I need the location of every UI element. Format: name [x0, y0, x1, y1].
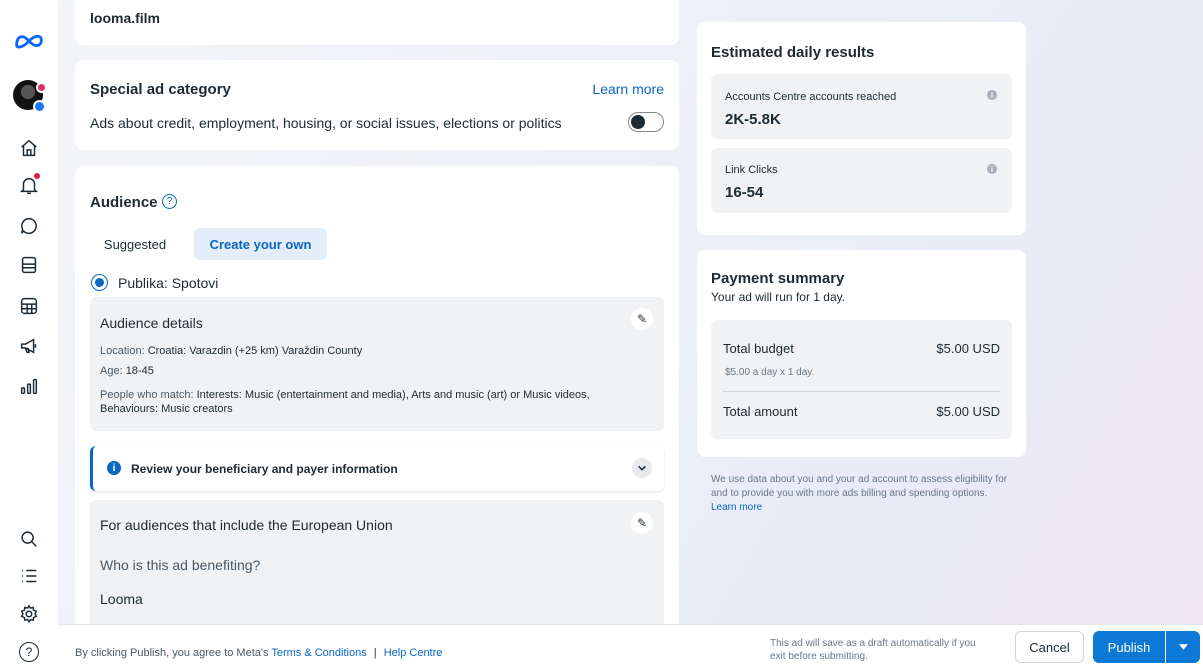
age-value: 18-45 — [125, 365, 154, 377]
account-avatar[interactable] — [13, 80, 47, 113]
location-label: Location: — [100, 345, 148, 357]
metric-reach: Accounts Centre accounts reached i 2K-5.… — [711, 74, 1012, 139]
budget-note: $5.00 a day x 1 day. — [725, 367, 815, 378]
eu-title: For audiences that include the European … — [100, 517, 393, 533]
help-centre-link[interactable]: Help Centre — [384, 647, 443, 659]
website-url: looma.film — [90, 10, 161, 26]
search-icon[interactable] — [16, 526, 42, 552]
metric-link-clicks: Link Clicks i 16-54 — [711, 148, 1012, 213]
facebook-badge-icon — [33, 100, 46, 113]
total-budget-label: Total budget — [723, 341, 794, 356]
age-label: Age: — [100, 365, 126, 377]
radio-dot — [95, 278, 104, 287]
caret-down-icon — [1178, 644, 1188, 650]
terms-link[interactable]: Terms & Conditions — [271, 647, 366, 659]
meta-logo-icon[interactable] — [12, 28, 46, 54]
pencil-icon: ✎ — [636, 312, 648, 326]
total-amount-label: Total amount — [723, 404, 798, 419]
special-ad-title: Special ad category — [90, 81, 231, 98]
location-value: Croatia: Varazdin (+25 km) Varaždin Coun… — [147, 345, 363, 357]
metric-reach-label: Accounts Centre accounts reached — [725, 91, 897, 103]
chart-icon[interactable] — [16, 373, 42, 399]
people-label: People who match: — [100, 389, 197, 401]
metric-reach-value: 2K-5.8K — [725, 111, 781, 128]
review-banner-text: Review your beneficiary and payer inform… — [131, 462, 398, 476]
audience-people: People who match: Interests: Music (ente… — [100, 388, 650, 416]
divider — [723, 391, 1000, 392]
publish-agreement: By clicking Publish, you agree to Meta's… — [75, 647, 442, 659]
website-card: looma.film — [75, 0, 679, 45]
chevron-down-icon[interactable] — [632, 458, 652, 478]
disclaimer-learn-more-link[interactable]: Learn more — [711, 502, 762, 513]
gear-icon[interactable] — [16, 601, 42, 627]
notification-dot — [34, 173, 40, 179]
megaphone-icon[interactable] — [16, 333, 42, 359]
audience-details-box: Audience details ✎ Location: Croatia: Va… — [90, 297, 664, 431]
estimated-results-card: Estimated daily results Accounts Centre … — [697, 22, 1026, 235]
payment-title: Payment summary — [711, 270, 845, 287]
metric-clicks-label: Link Clicks — [725, 164, 778, 176]
audience-age: Age: 18-45 — [100, 365, 154, 377]
audience-radio[interactable] — [91, 274, 108, 291]
special-ad-category-card: Special ad category Learn more Ads about… — [75, 60, 679, 150]
pencil-icon: ✎ — [636, 516, 648, 530]
learn-more-link[interactable]: Learn more — [592, 81, 664, 97]
special-ad-toggle[interactable] — [628, 112, 664, 132]
instagram-badge-icon — [36, 82, 47, 93]
help-icon[interactable]: ? — [16, 639, 42, 665]
info-icon[interactable]: i — [987, 90, 997, 100]
payment-summary-card: Payment summary Your ad will run for 1 d… — [697, 250, 1026, 457]
edit-beneficiary-button[interactable]: ✎ — [631, 512, 653, 534]
info-icon[interactable]: i — [987, 164, 997, 174]
review-banner[interactable]: i Review your beneficiary and payer info… — [90, 446, 664, 491]
metric-clicks-value: 16-54 — [725, 184, 764, 201]
toggle-knob — [631, 115, 645, 129]
audience-card: Audience ? Suggested Create your own Pub… — [75, 166, 679, 636]
disclaimer-text: We use data about you and your ad accoun… — [711, 474, 1008, 499]
special-ad-description: Ads about credit, employment, housing, o… — [90, 115, 562, 131]
question-circle-icon[interactable]: ? — [162, 194, 177, 209]
audience-details-title: Audience details — [100, 315, 203, 331]
total-budget-value: $5.00 USD — [936, 341, 1000, 356]
estimated-title: Estimated daily results — [711, 44, 875, 61]
footer-bar: By clicking Publish, you agree to Meta's… — [58, 624, 1203, 666]
audience-title: Audience — [90, 194, 158, 211]
audience-location: Location: Croatia: Varazdin (+25 km) Var… — [100, 345, 640, 357]
selected-audience-name: Publika: Spotovi — [118, 275, 219, 291]
beneficiary-question: Who is this ad benefiting? — [100, 557, 261, 573]
payment-breakdown: Total budget $5.00 USD $5.00 a day x 1 d… — [711, 320, 1012, 439]
publish-button[interactable]: Publish — [1093, 631, 1165, 663]
eu-beneficiary-box: For audiences that include the European … — [90, 500, 664, 636]
draft-note: This ad will save as a draft automatical… — [770, 638, 976, 662]
payment-disclaimer: We use data about you and your ad accoun… — [711, 473, 1013, 515]
total-amount-value: $5.00 USD — [936, 404, 1000, 419]
pages-icon[interactable] — [16, 252, 42, 278]
chat-icon[interactable] — [16, 213, 42, 239]
left-rail: ? — [0, 0, 58, 666]
publish-options-button[interactable] — [1166, 631, 1200, 663]
help-glyph: ? — [19, 642, 39, 662]
agree-text: By clicking Publish, you agree to Meta's — [75, 647, 272, 659]
beneficiary-answer: Looma — [100, 591, 143, 607]
list-icon[interactable] — [16, 563, 42, 589]
home-icon[interactable] — [16, 135, 42, 161]
table-icon[interactable] — [16, 293, 42, 319]
edit-audience-button[interactable]: ✎ — [631, 308, 653, 330]
tab-suggested[interactable]: Suggested — [90, 228, 180, 260]
payment-subtitle: Your ad will run for 1 day. — [711, 290, 846, 304]
footer-separator: | — [373, 647, 377, 659]
info-icon: i — [107, 461, 121, 475]
tab-create-your-own[interactable]: Create your own — [194, 228, 327, 260]
cancel-button[interactable]: Cancel — [1015, 631, 1084, 663]
